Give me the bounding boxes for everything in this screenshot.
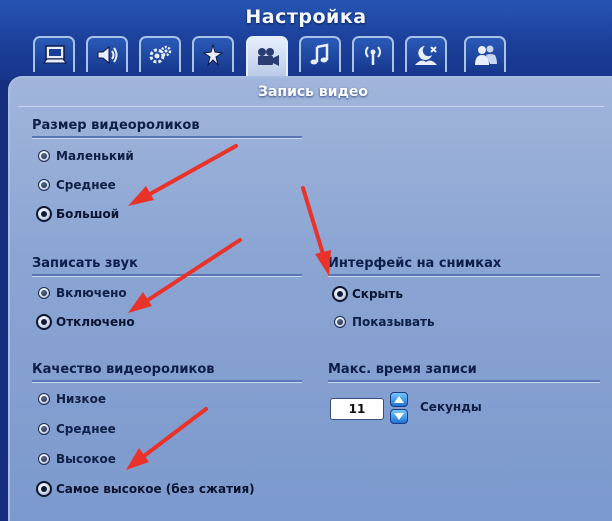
section-divider [328, 380, 600, 383]
video-size-option-large[interactable]: Большой [36, 203, 120, 225]
speaker-icon [97, 45, 118, 65]
radio-button-icon[interactable] [38, 179, 50, 191]
radio-button-icon[interactable] [334, 316, 346, 328]
tab-performance[interactable] [139, 36, 181, 72]
radio-label: Низкое [56, 392, 106, 406]
increment-button[interactable] [390, 392, 408, 407]
tab-bar [0, 36, 612, 78]
radio-label: Большой [56, 207, 120, 221]
video-quality-option-highest[interactable]: Самое высокое (без сжатия) [36, 478, 255, 500]
monitor-icon [43, 45, 67, 64]
window-title: Настройка [245, 6, 367, 28]
antenna-icon [365, 46, 381, 65]
radio-button-icon[interactable] [38, 393, 50, 405]
video-capture-panel: Запись видео Размер видеороликов Маленьк… [8, 76, 612, 521]
radio-label: Включено [56, 286, 127, 300]
record-sound-option-on[interactable]: Включено [38, 282, 127, 304]
radio-label: Скрыть [352, 287, 403, 301]
video-quality-title: Качество видеороликов [32, 362, 215, 377]
tab-environment[interactable] [405, 36, 447, 72]
section-divider [32, 136, 302, 139]
radio-button-selected-icon[interactable] [36, 481, 52, 497]
radio-label: Высокое [56, 452, 116, 466]
gears-icon [149, 45, 172, 64]
title-bar: Настройка [0, 0, 612, 80]
section-divider [32, 274, 302, 277]
music-note-icon [310, 43, 329, 65]
decrement-button[interactable] [390, 409, 408, 424]
radio-button-icon[interactable] [38, 287, 50, 299]
radio-button-selected-icon[interactable] [36, 206, 52, 222]
tab-online[interactable] [352, 36, 394, 72]
video-quality-option-medium[interactable]: Среднее [38, 418, 116, 440]
video-quality-option-high[interactable]: Высокое [38, 448, 116, 470]
tab-display[interactable] [33, 36, 75, 72]
radio-label: Показывать [352, 315, 435, 329]
radio-label: Самое высокое (без сжатия) [56, 482, 255, 496]
radio-label: Маленький [56, 149, 134, 163]
video-size-title: Размер видеороликов [32, 118, 200, 133]
moon-landscape-icon [415, 46, 437, 65]
video-camera-icon [258, 48, 279, 66]
arrow-down-icon [394, 413, 404, 420]
screenshot-ui-option-hide[interactable]: Скрыть [332, 283, 403, 305]
max-record-time-title: Макс. время записи [328, 362, 477, 377]
video-size-option-medium[interactable]: Среднее [38, 174, 116, 196]
radio-button-selected-icon[interactable] [36, 314, 52, 330]
radio-button-selected-icon[interactable] [332, 286, 348, 302]
max-record-time-input[interactable]: 11 [330, 398, 384, 420]
panel-title-divider [18, 106, 604, 107]
screenshot-ui-title: Интерфейс на снимках [328, 256, 502, 271]
radio-label: Среднее [56, 422, 116, 436]
sparkle-icon [202, 43, 224, 67]
radio-button-icon[interactable] [38, 453, 50, 465]
arrow-up-icon [394, 396, 404, 403]
record-sound-title: Записать звук [32, 256, 138, 271]
radio-button-icon[interactable] [38, 423, 50, 435]
video-quality-option-low[interactable]: Низкое [38, 388, 106, 410]
people-icon [475, 45, 497, 65]
record-sound-option-off[interactable]: Отключено [36, 311, 135, 333]
tab-music[interactable] [299, 36, 341, 72]
max-record-time-unit: Секунды [420, 400, 482, 414]
radio-label: Отключено [56, 315, 135, 329]
tab-sound[interactable] [86, 36, 128, 72]
screenshot-ui-option-show[interactable]: Показывать [334, 311, 435, 333]
radio-button-icon[interactable] [38, 150, 50, 162]
video-size-option-small[interactable]: Маленький [38, 145, 134, 167]
tab-video-capture[interactable] [246, 36, 288, 78]
panel-title: Запись видео [258, 84, 368, 100]
radio-label: Среднее [56, 178, 116, 192]
tab-graphics[interactable] [192, 36, 234, 72]
section-divider [328, 274, 600, 277]
section-divider [32, 380, 302, 383]
tab-social[interactable] [464, 36, 506, 72]
